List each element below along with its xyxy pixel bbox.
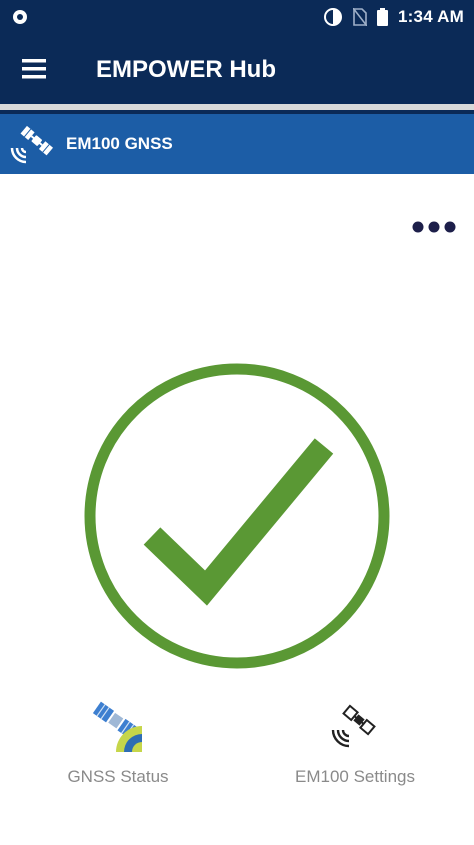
nav-label-em100-settings: EM100 Settings [294,767,415,786]
more-dots-icon[interactable] [408,216,460,238]
check-circle-icon [80,360,392,672]
nav-gnss-status[interactable]: GNSS Status [33,696,203,792]
device-selector[interactable]: EM100 GNSS [0,114,474,174]
app-title: EMPOWER Hub [96,56,276,83]
app-bar: EMPOWER Hub [0,34,474,104]
satellite-settings-icon [270,696,440,761]
hamburger-menu-icon[interactable] [20,56,50,82]
status-bar: 1:34 AM [0,0,474,34]
nav-em100-settings[interactable]: EM100 Settings [270,696,440,792]
notification-dot-icon [12,9,28,25]
gnss-status-icon [33,696,203,761]
nav-label-gnss-status: GNSS Status [67,767,169,786]
status-time: 1:34 AM [398,7,464,26]
no-sim-icon [353,8,368,26]
battery-icon [377,8,389,26]
satellite-icon [6,118,60,172]
data-saver-icon [323,7,343,27]
device-name: EM100 GNSS [66,134,173,153]
